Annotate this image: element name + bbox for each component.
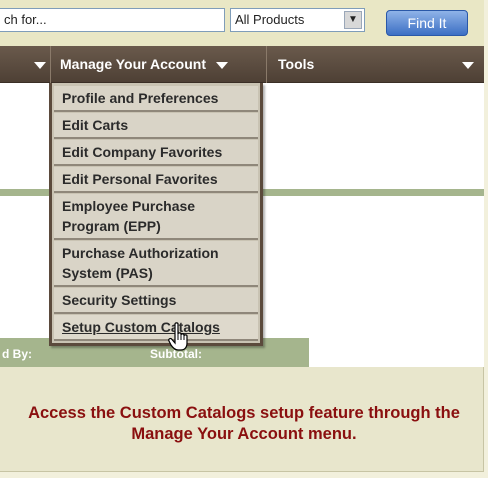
nav-prev-dropdown-arrow-icon[interactable] bbox=[34, 46, 46, 83]
find-it-button[interactable]: Find It bbox=[386, 10, 468, 36]
menu-item-edit-carts[interactable]: Edit Carts bbox=[54, 113, 258, 139]
column-header-ordered-by: d By: bbox=[2, 347, 32, 361]
menu-item-pas[interactable]: Purchase Authorization System (PAS) bbox=[54, 241, 258, 287]
menu-item-company-favorites[interactable]: Edit Company Favorites bbox=[54, 140, 258, 166]
nav-divider bbox=[50, 46, 51, 83]
hand-pointer-icon bbox=[168, 322, 188, 351]
product-category-select[interactable]: All Products ▼ bbox=[230, 8, 365, 32]
menu-item-security-settings[interactable]: Security Settings bbox=[54, 288, 258, 314]
chevron-down-icon bbox=[215, 61, 228, 69]
main-nav: Manage Your Account Tools bbox=[0, 46, 484, 83]
menu-item-personal-favorites[interactable]: Edit Personal Favorites bbox=[54, 167, 258, 193]
nav-tools-arrow-icon[interactable] bbox=[462, 46, 474, 83]
instruction-caption: Access the Custom Catalogs setup feature… bbox=[28, 404, 460, 443]
menu-item-epp[interactable]: Employee Purchase Program (EPP) bbox=[54, 194, 258, 240]
manage-account-menu: Profile and Preferences Edit Carts Edit … bbox=[49, 83, 263, 346]
nav-manage-account[interactable]: Manage Your Account bbox=[60, 46, 228, 83]
nav-manage-account-label: Manage Your Account bbox=[60, 56, 206, 72]
menu-item-profile-preferences[interactable]: Profile and Preferences bbox=[54, 86, 258, 112]
search-input[interactable]: ch for... bbox=[0, 8, 225, 32]
menu-item-setup-custom-catalogs[interactable]: Setup Custom Catalogs bbox=[54, 315, 258, 341]
screenshot-region: ch for... All Products ▼ Find It Manage … bbox=[0, 0, 484, 367]
search-bar: ch for... All Products ▼ Find It bbox=[0, 0, 484, 46]
product-category-value: All Products bbox=[235, 12, 305, 27]
tutorial-frame: ch for... All Products ▼ Find It Manage … bbox=[0, 0, 484, 472]
nav-divider bbox=[266, 46, 267, 83]
nav-tools[interactable]: Tools bbox=[278, 46, 314, 83]
chevron-down-icon[interactable]: ▼ bbox=[344, 11, 362, 29]
